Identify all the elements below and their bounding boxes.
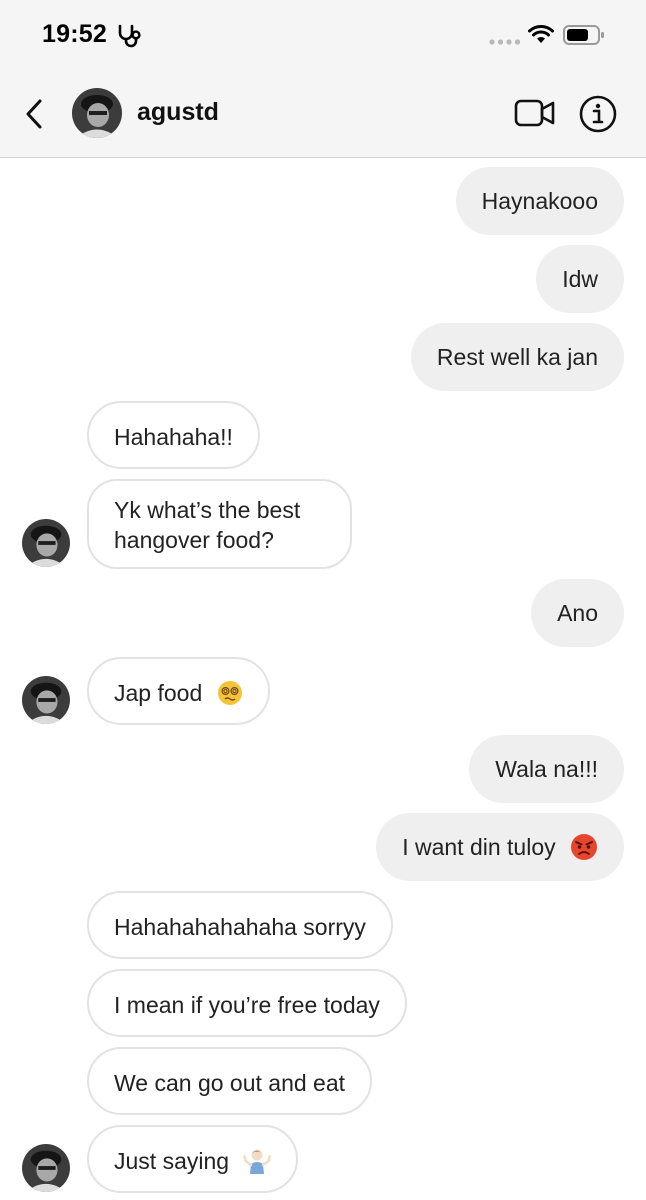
outgoing-message[interactable]: I want din tuloy bbox=[376, 813, 624, 881]
message-list: Haynakooo Idw Rest well ka jan Hahahaha!… bbox=[0, 158, 646, 1200]
message-text: Just saying bbox=[114, 1148, 230, 1174]
back-button[interactable] bbox=[20, 94, 50, 134]
incoming-message[interactable]: Hahahahahahaha sorryy bbox=[87, 891, 393, 959]
message-text: I mean if you’re free today bbox=[114, 992, 380, 1018]
message-text: Wala na!!! bbox=[495, 756, 598, 782]
outgoing-message[interactable]: Ano bbox=[531, 579, 624, 647]
message-text: Jap food bbox=[114, 680, 203, 706]
incoming-message[interactable]: Jap food bbox=[87, 657, 270, 725]
avatar[interactable] bbox=[72, 88, 122, 138]
incoming-message[interactable]: Hahahaha!! bbox=[87, 401, 260, 469]
avatar[interactable] bbox=[22, 1144, 70, 1192]
message-text: I want din tuloy bbox=[402, 834, 556, 860]
message-text: Ano bbox=[557, 600, 598, 626]
incoming-message[interactable]: Yk what’s the best hangover food? bbox=[87, 479, 352, 569]
signal-dots-icon bbox=[489, 39, 521, 45]
info-icon[interactable] bbox=[578, 94, 618, 134]
avatar[interactable] bbox=[22, 676, 70, 724]
battery-icon bbox=[563, 25, 604, 45]
outgoing-message[interactable]: Idw bbox=[536, 245, 624, 313]
chat-header: agustd bbox=[0, 74, 646, 158]
person-shrugging-emoji bbox=[243, 1149, 272, 1174]
avatar[interactable] bbox=[22, 519, 70, 567]
message-text: Yk what’s the best hangover food? bbox=[114, 497, 301, 553]
outgoing-message[interactable]: Haynakooo bbox=[455, 167, 624, 235]
wifi-icon bbox=[528, 25, 554, 43]
video-camera-icon[interactable] bbox=[514, 96, 556, 130]
angry-face-emoji bbox=[571, 833, 597, 860]
status-bar: 19:52 bbox=[0, 0, 646, 74]
message-text: Haynakooo bbox=[481, 188, 598, 214]
header-username[interactable]: agustd bbox=[137, 98, 219, 127]
incoming-message[interactable]: Just saying bbox=[87, 1125, 299, 1193]
message-text: Idw bbox=[562, 266, 598, 292]
stethoscope-icon bbox=[118, 24, 141, 48]
outgoing-message[interactable]: Wala na!!! bbox=[469, 735, 624, 803]
message-text: Hahahaha!! bbox=[114, 424, 233, 450]
status-time: 19:52 bbox=[42, 20, 107, 48]
message-text: Rest well ka jan bbox=[436, 344, 598, 370]
incoming-message[interactable]: We can go out and eat bbox=[87, 1047, 373, 1115]
message-text: Hahahahahahaha sorryy bbox=[114, 914, 366, 940]
incoming-message[interactable]: I mean if you’re free today bbox=[87, 969, 407, 1037]
outgoing-message[interactable]: Rest well ka jan bbox=[410, 323, 624, 391]
message-text: We can go out and eat bbox=[114, 1070, 346, 1096]
dizzy-face-emoji bbox=[217, 680, 242, 705]
